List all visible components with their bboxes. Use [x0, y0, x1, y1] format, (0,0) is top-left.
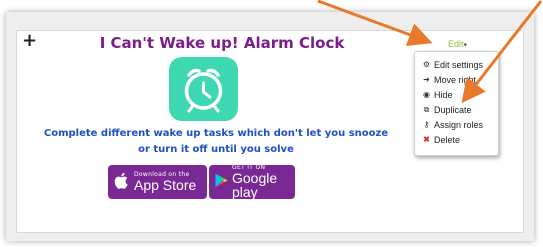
annotation-arrow-duplicate [461, 0, 543, 104]
annotation-arrows [317, 0, 543, 104]
annotation-arrow-edit [317, 0, 433, 47]
